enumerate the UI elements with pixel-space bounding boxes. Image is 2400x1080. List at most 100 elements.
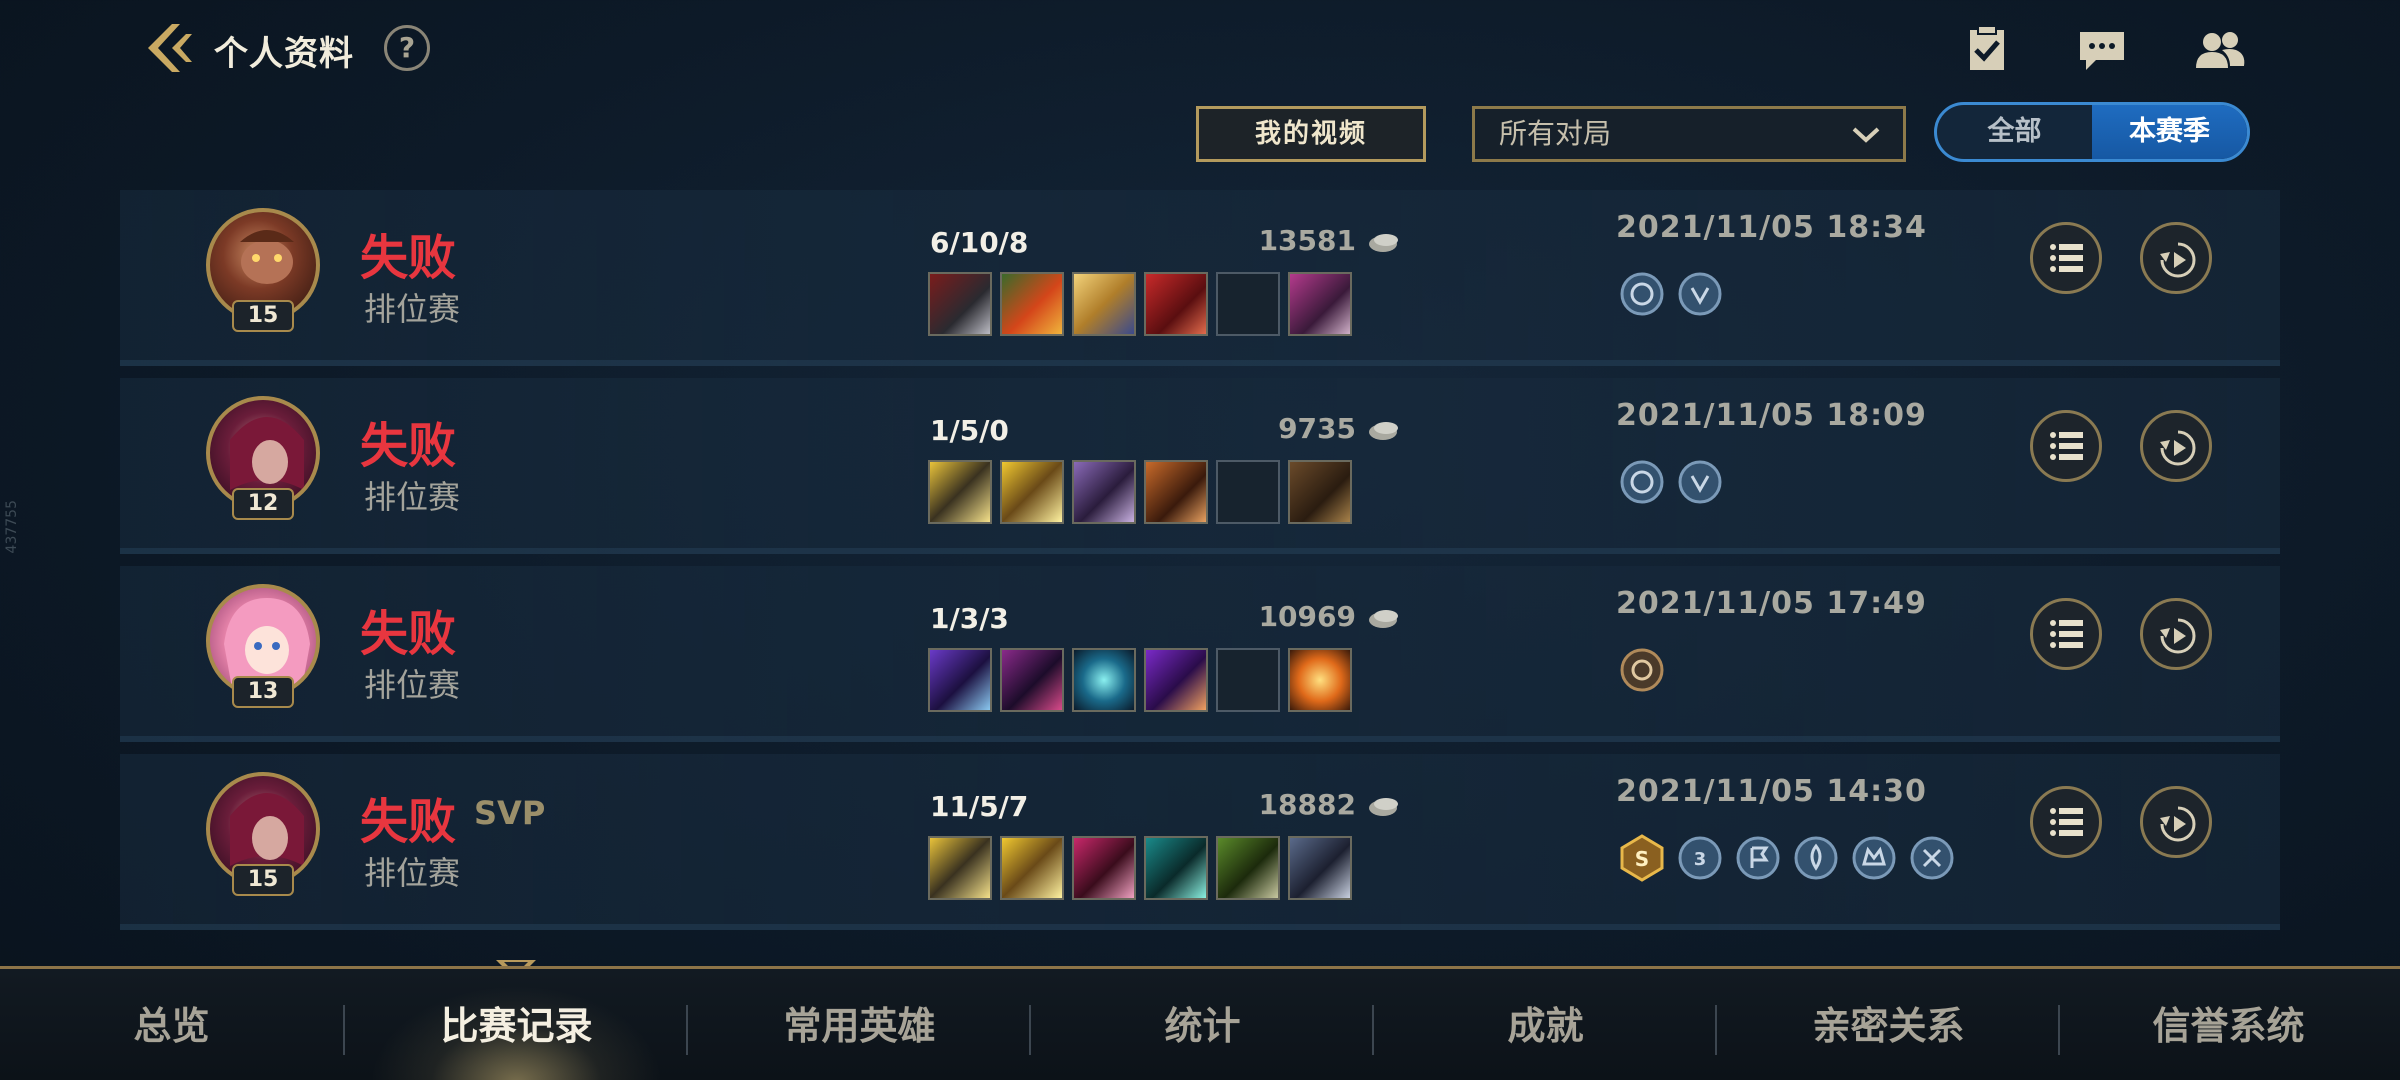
item-slots — [928, 272, 1352, 336]
game-mode: 排位赛 — [364, 478, 461, 516]
toggle-this-season[interactable]: 本赛季 — [2092, 105, 2247, 159]
item-icon[interactable] — [1000, 460, 1064, 524]
honor-badge-icon[interactable] — [1734, 834, 1782, 882]
honor-badge-icon[interactable] — [1618, 458, 1666, 506]
honor-badges — [1618, 646, 1666, 694]
honor-badge-icon[interactable] — [1850, 834, 1898, 882]
item-icon[interactable] — [1144, 272, 1208, 336]
item-icon[interactable] — [1072, 648, 1136, 712]
replay-icon — [2160, 430, 2196, 466]
tab-match-history[interactable]: 比赛记录 — [345, 969, 688, 1080]
item-slots — [928, 460, 1352, 524]
honor-badge-icon[interactable] — [1792, 834, 1840, 882]
match-type-select[interactable]: 所有对局 — [1472, 106, 1906, 162]
list-icon — [2050, 808, 2083, 836]
item-icon[interactable] — [1288, 648, 1352, 712]
item-icon[interactable] — [1000, 836, 1064, 900]
empty-item-slot — [1216, 460, 1280, 524]
item-icon[interactable] — [1072, 272, 1136, 336]
item-icon[interactable] — [1072, 460, 1136, 524]
kda: 6/10/8 — [930, 226, 1029, 259]
replay-button[interactable] — [2140, 410, 2212, 482]
match-date: 2021/11/05 17:49 — [1616, 586, 1927, 621]
kda: 1/3/3 — [930, 602, 1009, 635]
replay-button[interactable] — [2140, 786, 2212, 858]
item-icon[interactable] — [1000, 648, 1064, 712]
checklist-icon[interactable] — [1960, 22, 2016, 78]
match-row[interactable]: 13 失败 排位赛 1/3/3 10969 2021/11/05 17:49 — [120, 566, 2280, 742]
toggle-all[interactable]: 全部 — [1937, 105, 2092, 159]
item-icon[interactable] — [928, 836, 992, 900]
match-result: 失败 — [360, 794, 457, 850]
tab-overview[interactable]: 总览 — [0, 969, 343, 1080]
gold-icon — [1369, 610, 1398, 628]
item-icon[interactable] — [1144, 648, 1208, 712]
tab-relationships[interactable]: 亲密关系 — [1717, 969, 2060, 1080]
my-videos-button[interactable]: 我的视频 — [1196, 106, 1426, 162]
gold-earned: 13581 — [1160, 224, 1400, 257]
honor-badge-icon[interactable] — [1676, 270, 1724, 318]
honor-badge-icon[interactable] — [1618, 646, 1666, 694]
chat-icon[interactable] — [2074, 22, 2130, 78]
item-icon[interactable] — [1144, 460, 1208, 524]
item-icon[interactable] — [928, 460, 992, 524]
list-icon — [2050, 432, 2083, 460]
item-icon[interactable] — [928, 272, 992, 336]
gold-value: 9735 — [1278, 412, 1356, 445]
honor-badge-icon[interactable] — [1676, 458, 1724, 506]
match-detail-button[interactable] — [2030, 222, 2102, 294]
honor-badge-icon[interactable] — [1618, 270, 1666, 318]
honor-badges — [1618, 458, 1724, 506]
item-icon[interactable] — [1216, 836, 1280, 900]
item-icon[interactable] — [1072, 836, 1136, 900]
svp-tag: SVP — [474, 794, 546, 832]
match-date: 2021/11/05 14:30 — [1616, 774, 1927, 809]
gold-earned: 10969 — [1160, 600, 1400, 633]
gold-value: 13581 — [1258, 224, 1356, 257]
tab-achievements[interactable]: 成就 — [1374, 969, 1717, 1080]
tab-statistics[interactable]: 统计 — [1031, 969, 1374, 1080]
side-id-text: 437755 — [4, 500, 20, 554]
match-detail-button[interactable] — [2030, 786, 2102, 858]
replay-icon — [2160, 806, 2196, 842]
friends-icon[interactable] — [2192, 22, 2248, 78]
item-icon[interactable] — [1144, 836, 1208, 900]
list-icon — [2050, 244, 2083, 272]
bottom-nav: 总览 比赛记录 常用英雄 统计 成就 亲密关系 信誉系统 — [0, 966, 2400, 1080]
svg-text:S: S — [1635, 847, 1649, 871]
match-row[interactable]: 15 失败 排位赛 6/10/8 13581 2021/11/05 18:34 — [120, 190, 2280, 366]
item-icon[interactable] — [928, 648, 992, 712]
honor-badge-icon[interactable]: 3 — [1676, 834, 1724, 882]
replay-button[interactable] — [2140, 598, 2212, 670]
match-detail-button[interactable] — [2030, 410, 2102, 482]
tab-favorite-champions[interactable]: 常用英雄 — [688, 969, 1031, 1080]
back-button[interactable] — [140, 18, 200, 78]
match-result: 失败 — [360, 418, 457, 474]
item-slots — [928, 648, 1352, 712]
match-date: 2021/11/05 18:34 — [1616, 210, 1927, 245]
tab-honor-system[interactable]: 信誉系统 — [2057, 969, 2400, 1080]
gold-value: 10969 — [1258, 600, 1356, 633]
item-slots — [928, 836, 1352, 900]
empty-item-slot — [1216, 272, 1280, 336]
match-result: 失败 — [360, 230, 457, 286]
empty-item-slot — [1216, 648, 1280, 712]
item-icon[interactable] — [1000, 272, 1064, 336]
page-title: 个人资料 — [214, 34, 354, 74]
kda: 1/5/0 — [930, 414, 1009, 447]
item-icon[interactable] — [1288, 460, 1352, 524]
match-detail-button[interactable] — [2030, 598, 2102, 670]
honor-badge-icon[interactable] — [1908, 834, 1956, 882]
svp-medal-icon[interactable]: S — [1618, 834, 1666, 882]
chevron-down-icon — [1852, 127, 1880, 143]
item-icon[interactable] — [1288, 272, 1352, 336]
replay-button[interactable] — [2140, 222, 2212, 294]
item-icon[interactable] — [1288, 836, 1352, 900]
help-icon[interactable]: ? — [384, 25, 430, 71]
season-toggle[interactable]: 全部 本赛季 — [1934, 102, 2250, 162]
game-mode: 排位赛 — [364, 290, 461, 328]
game-mode: 排位赛 — [364, 666, 461, 704]
match-row[interactable]: 12 失败 排位赛 1/5/0 9735 2021/11/05 18:09 — [120, 378, 2280, 554]
match-row[interactable]: 15 失败 SVP 排位赛 11/5/7 18882 2021/11/05 14… — [120, 754, 2280, 930]
top-bar: 个人资料 ? — [0, 0, 2400, 96]
